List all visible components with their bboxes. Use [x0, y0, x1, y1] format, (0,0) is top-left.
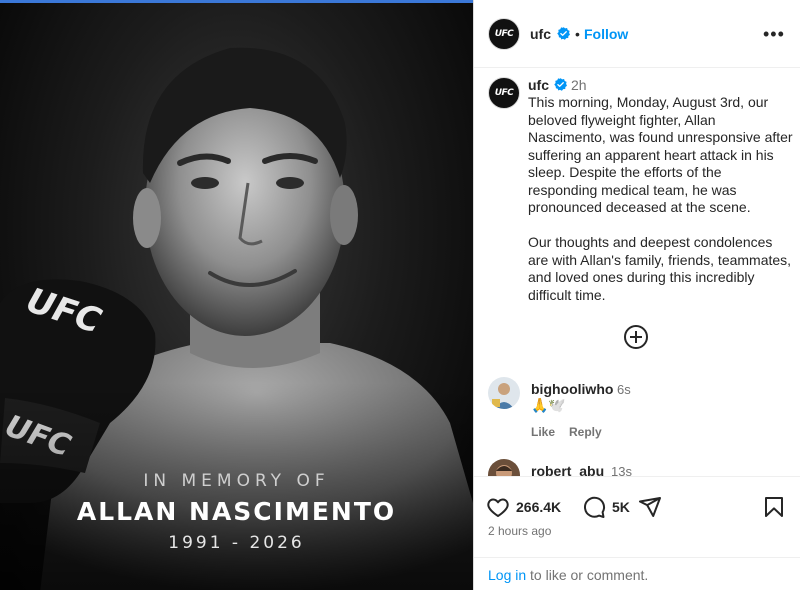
- like-action[interactable]: 266.4K: [486, 495, 561, 519]
- verified-icon: [557, 27, 570, 40]
- like-count[interactable]: 266.4K: [516, 499, 561, 515]
- comment-item: bighooliwho 6s 🙏🕊️ Like Reply: [474, 373, 800, 453]
- memory-subtitle: IN MEMORY OF: [143, 471, 330, 491]
- commenter-username[interactable]: bighooliwho: [531, 381, 613, 397]
- save-action[interactable]: [762, 495, 786, 519]
- share-action[interactable]: [638, 495, 662, 519]
- commenter-avatar[interactable]: [488, 377, 520, 409]
- comment-text: 🙏🕊️: [531, 397, 566, 413]
- post-header: UFC ufc • Follow •••: [474, 0, 800, 68]
- login-prompt: Log in to like or comment.: [474, 557, 800, 590]
- comments-scroll-area[interactable]: UFC ufc 2h This morning, Monday, August …: [474, 69, 800, 476]
- add-comment-icon[interactable]: [624, 325, 648, 349]
- comment-item: robert_abu 13s: [474, 455, 800, 476]
- comment-timestamp[interactable]: 13s: [611, 464, 632, 476]
- memory-name: ALLAN NASCIMENTO: [76, 497, 397, 526]
- verified-icon: [554, 78, 567, 91]
- author-avatar[interactable]: UFC: [488, 18, 520, 50]
- share-icon[interactable]: [638, 495, 662, 519]
- bookmark-icon[interactable]: [762, 495, 786, 519]
- more-options-icon[interactable]: •••: [763, 24, 785, 45]
- comment-count[interactable]: 5K: [612, 499, 630, 515]
- follow-button[interactable]: Follow: [584, 26, 628, 42]
- comment-reply-button[interactable]: Reply: [569, 425, 602, 439]
- caption-username[interactable]: ufc: [528, 77, 549, 93]
- post-sidebar: UFC ufc • Follow ••• UFC ufc 2h This mor…: [473, 0, 800, 590]
- action-bar: 266.4K 5K: [486, 495, 790, 519]
- comment-action[interactable]: 5K: [582, 495, 630, 519]
- memory-years: 1991 - 2026: [168, 533, 305, 553]
- post-timestamp[interactable]: 2 hours ago: [488, 524, 551, 538]
- login-prompt-text: to like or comment.: [526, 567, 649, 583]
- post-image[interactable]: UFC UFC IN MEMORY OF ALLAN NASCIMENTO 19…: [0, 0, 473, 590]
- comment-actions: Like Reply: [531, 425, 616, 439]
- comment-timestamp[interactable]: 6s: [617, 382, 631, 397]
- caption-paragraph: Our thoughts and deepest condolences are…: [528, 234, 792, 303]
- login-link[interactable]: Log in: [488, 567, 526, 583]
- comment-icon[interactable]: [582, 495, 606, 519]
- commenter-username[interactable]: robert_abu: [531, 463, 604, 476]
- post-footer: 266.4K 5K 2 hours ago Log in to like or …: [474, 476, 800, 590]
- caption-paragraph: This morning, Monday, August 3rd, our be…: [528, 94, 793, 215]
- heart-icon[interactable]: [486, 495, 510, 519]
- caption-text: This morning, Monday, August 3rd, our be…: [528, 94, 794, 322]
- header-separator: •: [575, 26, 580, 42]
- caption-timestamp[interactable]: 2h: [571, 77, 587, 93]
- author-username[interactable]: ufc: [530, 26, 551, 42]
- commenter-avatar[interactable]: [488, 459, 520, 476]
- caption-author-avatar[interactable]: UFC: [488, 77, 520, 109]
- comment-like-button[interactable]: Like: [531, 425, 555, 439]
